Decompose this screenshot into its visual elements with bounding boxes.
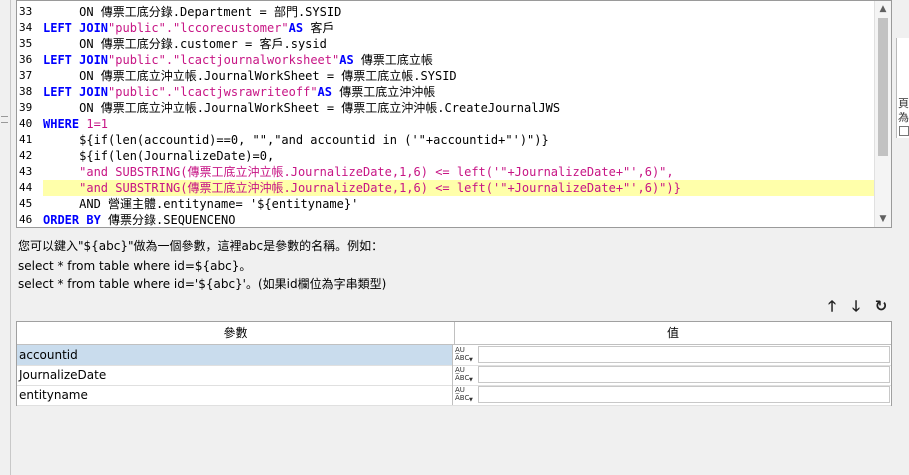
line-number: 42 (19, 149, 33, 162)
param-name[interactable]: entityname (17, 385, 453, 405)
help-text-line2: select * from table where id=${abc}。 (18, 259, 252, 273)
code-token: 傳票工底立帳 (353, 53, 433, 67)
code-token: LEFT JOIN (43, 53, 109, 67)
sql-editor[interactable]: 33 ON 傳票工底分錄.Department = 部門.SYSID 34 LEFT… (16, 0, 892, 228)
move-up-icon[interactable]: 🡑 (823, 297, 841, 315)
code-line[interactable]: 36 LEFT JOIN"public"."lcactjournalworkshe… (19, 52, 875, 68)
edge-tick (1, 122, 8, 123)
code-token: "public"."lccorecustomer" (108, 21, 289, 35)
code-token: 傳票分錄.SEQUENCENO (100, 213, 236, 227)
code-token: 客戶 (303, 21, 335, 35)
scroll-up-arrow-icon[interactable]: ▲ (875, 1, 891, 17)
param-value-input[interactable] (478, 386, 890, 403)
code-token: AND 營運主體.entityname= '${entityname}' (43, 197, 359, 211)
line-number: 46 (19, 213, 33, 226)
code-token: ORDER BY (43, 213, 101, 227)
code-line[interactable]: 35 ON 傳票工底分錄.customer = 客戶.sysid (19, 36, 875, 52)
param-value-input[interactable] (478, 346, 890, 363)
line-number: 39 (19, 101, 33, 114)
code-token: 1=1 (79, 117, 109, 131)
table-row[interactable]: JournalizeDate A̲U ABC ▼ (17, 365, 891, 386)
code-token: ON 傳票工底立沖立帳.JournalWorkSheet = 傳票工底立沖沖帳.… (43, 101, 561, 115)
column-header-param: 參數 (17, 322, 455, 345)
right-side-panel: 頁 為 (896, 38, 909, 138)
code-line[interactable]: 42 ${if(len(JournalizeDate)=0, (19, 148, 875, 164)
code-token: 傳票工底立沖沖帳 (332, 85, 436, 99)
scroll-down-arrow-icon[interactable]: ▼ (875, 211, 891, 227)
code-token: ON 傳票工底分錄.Department = 部門.SYSID (43, 5, 342, 19)
code-line[interactable]: 38 LEFT JOIN"public"."lcactjwsrawriteoff"… (19, 84, 875, 100)
code-token: AS (339, 53, 354, 67)
code-line[interactable]: 37 ON 傳票工底立沖立帳.JournalWorkSheet = 傳票工底立帳… (19, 68, 875, 84)
column-header-value: 值 (455, 322, 891, 345)
code-line[interactable]: 44 "and SUBSTRING(傳票工底立沖沖帳.JournalizeDat… (19, 180, 875, 196)
line-number: 43 (19, 165, 33, 178)
code-token: "and SUBSTRING(傳票工底立沖沖帳.JournalizeDate,1… (43, 181, 681, 195)
code-line[interactable]: 46 ORDER BY 傳票分錄.SEQUENCENO (19, 212, 875, 227)
table-row[interactable]: entityname A̲U ABC ▼ (17, 385, 891, 406)
text-type-icon[interactable]: A̲U ABC ▼ (455, 386, 477, 404)
side-checkbox[interactable] (899, 126, 909, 136)
help-text-line1: 您可以鍵入"${abc}"做為一個參數，這裡abc是參數的名稱。例如： (18, 239, 384, 253)
line-number: 41 (19, 133, 33, 146)
edge-tick (1, 116, 8, 117)
side-glyph: 頁 (898, 98, 909, 110)
code-token: ON 傳票工底立沖立帳.JournalWorkSheet = 傳票工底立帳.SY… (43, 69, 457, 83)
line-number: 33 (19, 5, 33, 18)
move-down-icon[interactable]: 🡓 (847, 297, 865, 315)
parameter-grid: 參數 值 accountid A̲U ABC ▼ JournalizeDate … (16, 321, 892, 406)
editor-scrollbar[interactable]: ▲ ▼ (874, 1, 891, 227)
code-token: "public"."lcactjwsrawriteoff" (108, 85, 318, 99)
code-token: AS (288, 21, 304, 35)
param-name[interactable]: accountid (17, 345, 453, 365)
code-line[interactable]: 39 ON 傳票工底立沖立帳.JournalWorkSheet = 傳票工底立沖… (19, 100, 875, 116)
param-value-input[interactable] (478, 366, 890, 383)
code-line[interactable]: 33 ON 傳票工底分錄.Department = 部門.SYSID (19, 4, 875, 20)
code-area[interactable]: 33 ON 傳票工底分錄.Department = 部門.SYSID 34 LEFT… (19, 1, 875, 227)
line-number: 35 (19, 37, 33, 50)
code-line[interactable]: 45 AND 營運主體.entityname= '${entityname}' (19, 196, 875, 212)
code-token: LEFT JOIN (43, 85, 109, 99)
code-line[interactable]: 40 WHERE 1=1 (19, 116, 875, 132)
scroll-thumb[interactable] (878, 18, 888, 156)
right-panel-edge: 頁 為 (896, 0, 909, 475)
code-line[interactable]: 34 LEFT JOIN"public"."lccorecustomer"AS 客… (19, 20, 875, 36)
refresh-icon[interactable]: ↻ (872, 297, 890, 315)
code-token: AS (317, 85, 332, 99)
code-token: "and SUBSTRING(傳票工底立沖立帳.JournalizeDate,1… (43, 165, 674, 179)
code-token: ON 傳票工底分錄.customer = 客戶.sysid (43, 37, 327, 51)
code-line[interactable]: 43 "and SUBSTRING(傳票工底立沖立帳.JournalizeDat… (19, 164, 875, 180)
line-number: 44 (19, 181, 33, 194)
line-number: 45 (19, 197, 33, 210)
code-token: ${if(len(accountid)==0, "","and accounti… (43, 133, 549, 147)
code-token: WHERE (43, 117, 80, 131)
line-number: 37 (19, 69, 33, 82)
text-type-icon[interactable]: A̲U ABC ▼ (455, 366, 477, 384)
param-name[interactable]: JournalizeDate (17, 365, 453, 385)
line-number: 40 (19, 117, 33, 130)
line-number: 36 (19, 53, 33, 66)
text-type-icon[interactable]: A̲U ABC ▼ (455, 346, 477, 364)
line-number: 38 (19, 85, 33, 98)
left-panel-edge (0, 0, 11, 475)
code-token: "public"."lcactjournalworksheet" (108, 53, 340, 67)
help-text-line3: select * from table where id='${abc}'。(如… (18, 277, 387, 291)
table-row[interactable]: accountid A̲U ABC ▼ (17, 345, 891, 366)
code-token: ${if(len(JournalizeDate)=0, (43, 149, 275, 163)
code-line[interactable]: 41 ${if(len(accountid)==0, "","and accou… (19, 132, 875, 148)
line-number: 34 (19, 21, 33, 34)
side-glyph: 為 (898, 112, 909, 124)
code-token: LEFT JOIN (43, 21, 109, 35)
